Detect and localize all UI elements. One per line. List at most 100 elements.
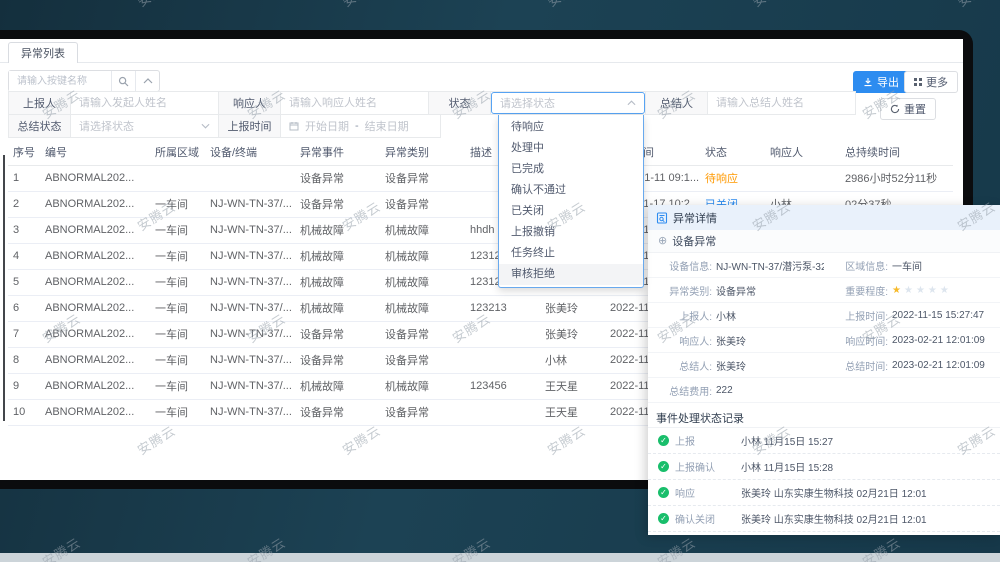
detail-field: 异常类别: 设备异常 bbox=[669, 286, 756, 298]
column-header[interactable]: 异常类别 bbox=[380, 139, 465, 166]
detail-field: 上报时间: 2022-11-15 15:27:47 bbox=[845, 309, 985, 323]
table-row[interactable]: 1 ABNORMAL202... 设备异常 设备异常 2023-01-11 09:1..… bbox=[8, 165, 953, 192]
summarizer-input[interactable] bbox=[708, 97, 855, 109]
star-icon: ★ bbox=[915, 284, 925, 296]
dropdown-option[interactable]: 任务终止 bbox=[499, 243, 643, 264]
status-filter-cell: 请选择状态 bbox=[490, 91, 646, 115]
reporter-filter-cell bbox=[70, 91, 219, 115]
responder-input[interactable] bbox=[281, 97, 428, 109]
summarizer-filter-label: 总结人 bbox=[645, 91, 708, 115]
tab-label: 异常列表 bbox=[21, 48, 65, 60]
refresh-icon bbox=[890, 104, 900, 114]
search-input[interactable] bbox=[9, 71, 111, 91]
date-end-placeholder: 结束日期 bbox=[364, 121, 409, 133]
status-filter-label: 状态 bbox=[428, 91, 491, 115]
export-label: 导出 bbox=[877, 77, 899, 89]
grid-icon bbox=[914, 78, 922, 86]
dropdown-option[interactable]: 处理中 bbox=[499, 138, 643, 159]
report-time-label: 上报时间 bbox=[218, 114, 281, 138]
column-header[interactable]: 响应人 bbox=[765, 139, 840, 166]
document-search-icon bbox=[656, 211, 668, 224]
table-header-row: 序号编号所属区域设备/终端异常事件异常类别描述上报人上报时间状态响应人总持续时间 bbox=[8, 139, 953, 166]
detail-field: 上报人: 小林 bbox=[679, 311, 736, 323]
detail-field: 响应时间: 2023-02-21 12:01:09 bbox=[845, 334, 985, 348]
timeline-item: ✓ 确认关闭 张美玲 山东实康生物科技 02月21日 12:01 bbox=[648, 506, 1000, 532]
reporter-filter-label: 上报人 bbox=[8, 91, 71, 115]
column-header[interactable]: 状态 bbox=[700, 139, 765, 166]
reset-button[interactable]: 重置 bbox=[880, 98, 936, 120]
detail-fields: 设备信息: NJ-WN-TN-37/潜污泵-32 区域信息: 一车间异常类别: 设备异常… bbox=[648, 253, 1000, 403]
date-start-placeholder: 开始日期 bbox=[305, 121, 349, 133]
summary-status-select[interactable]: 请选择状态 bbox=[71, 115, 218, 137]
column-header[interactable]: 异常事件 bbox=[295, 139, 380, 166]
search-button[interactable] bbox=[111, 71, 135, 91]
detail-type-label: 设备异常 bbox=[672, 236, 717, 248]
bottom-strip bbox=[0, 553, 1000, 562]
detail-panel: 异常详情 ⊕ 设备异常 设备信息: NJ-WN-TN-37/潜污泵-32 区域信息:… bbox=[648, 205, 1000, 535]
search-group bbox=[8, 70, 160, 92]
status-dropdown: 待响应 处理中 已完成 确认不通过 已关闭 上报撤销 任务终止 审核拒绝 bbox=[498, 115, 644, 288]
tab-exception-list[interactable]: 异常列表 bbox=[8, 42, 78, 63]
watermark-text: 安腾云 bbox=[748, 0, 794, 11]
column-header[interactable]: 设备/终端 bbox=[205, 139, 295, 166]
timeline: ✓ 上报 小林 11月15日 15:27 ✓ 上报确认 小林 11月15日 15:28 ✓ 响… bbox=[648, 427, 1000, 532]
report-time-cell: 开始日期 - 结束日期 bbox=[280, 114, 441, 138]
watermark-text: 安腾云 bbox=[338, 0, 384, 11]
dropdown-option[interactable]: 待响应 bbox=[499, 117, 643, 138]
window-left-edge bbox=[3, 155, 5, 421]
check-circle-icon: ✓ bbox=[658, 435, 669, 446]
star-icon: ★ bbox=[939, 284, 949, 296]
report-time-range[interactable]: 开始日期 - 结束日期 bbox=[281, 118, 440, 134]
timeline-item: ✓ 响应 张美玲 山东实康生物科技 02月21日 12:01 bbox=[648, 480, 1000, 506]
column-header[interactable]: 编号 bbox=[40, 139, 150, 166]
chevron-down-icon bbox=[201, 123, 210, 129]
filter-row-1: 上报人 响应人 状态 请选择状态 总结人 bbox=[8, 91, 856, 115]
detail-field: 重要程度: ★ ★ ★ ★ ★ bbox=[845, 284, 949, 298]
info-circle-icon: ⊕ bbox=[658, 234, 668, 247]
dropdown-option[interactable]: 已完成 bbox=[499, 159, 643, 180]
dropdown-option[interactable]: 已关闭 bbox=[499, 201, 643, 222]
timeline-title: 事件处理状态记录 bbox=[656, 413, 744, 425]
responder-filter-label: 响应人 bbox=[218, 91, 281, 115]
chevron-up-icon bbox=[143, 78, 152, 84]
calendar-icon bbox=[289, 122, 299, 131]
summarizer-filter-cell bbox=[707, 91, 856, 115]
star-icon: ★ bbox=[927, 284, 937, 296]
star-icon: ★ bbox=[903, 284, 913, 296]
status-select-placeholder: 请选择状态 bbox=[500, 98, 555, 110]
dropdown-option[interactable]: 确认不通过 bbox=[499, 180, 643, 201]
detail-title: 异常详情 bbox=[673, 212, 717, 225]
dropdown-option[interactable]: 审核拒绝 bbox=[499, 264, 643, 285]
detail-field: 设备信息: NJ-WN-TN-37/潜污泵-32 bbox=[669, 261, 824, 273]
search-icon bbox=[118, 76, 129, 86]
timeline-item: ✓ 上报 小林 11月15日 15:27 bbox=[648, 428, 1000, 454]
column-header[interactable]: 总持续时间 bbox=[840, 139, 953, 166]
column-header[interactable]: 所属区域 bbox=[150, 139, 205, 166]
detail-field: 响应人: 张美玲 bbox=[679, 336, 746, 348]
watermark-text: 安腾云 bbox=[953, 0, 999, 11]
reporter-input[interactable] bbox=[71, 97, 218, 109]
dropdown-option[interactable]: 上报撤销 bbox=[499, 222, 643, 243]
status-select[interactable]: 请选择状态 bbox=[491, 92, 645, 114]
detail-header: 异常详情 bbox=[648, 205, 1000, 230]
detail-field: 总结人: 张美玲 bbox=[679, 361, 746, 373]
more-label: 更多 bbox=[926, 77, 948, 89]
detail-type-row: ⊕ 设备异常 bbox=[648, 230, 1000, 253]
reset-label: 重置 bbox=[904, 104, 926, 116]
more-button[interactable]: 更多 bbox=[904, 71, 958, 93]
column-header[interactable]: 序号 bbox=[8, 139, 40, 166]
summary-status-label: 总结状态 bbox=[8, 114, 71, 138]
screen: 异常列表 请输入按键名称 导出 更多 重置 上报人 请输入发起人姓名 响应人 请… bbox=[0, 0, 1000, 562]
check-circle-icon: ✓ bbox=[658, 461, 669, 472]
collapse-filters-button[interactable] bbox=[135, 71, 159, 91]
date-separator: - bbox=[355, 120, 359, 132]
export-button[interactable]: 导出 bbox=[853, 71, 909, 93]
tab-bar: 异常列表 bbox=[0, 39, 963, 63]
filter-row-2: 总结状态 请选择状态 上报时间 开始日期 - 结束日期 bbox=[8, 114, 441, 138]
detail-field: 总结费用: 222 bbox=[669, 384, 733, 398]
download-icon bbox=[864, 78, 872, 87]
watermark-text: 安腾云 bbox=[133, 0, 179, 11]
summary-status-cell: 请选择状态 bbox=[70, 114, 219, 138]
watermark-text: 安腾云 bbox=[543, 0, 589, 11]
detail-field: 区域信息: 一车间 bbox=[845, 261, 922, 273]
